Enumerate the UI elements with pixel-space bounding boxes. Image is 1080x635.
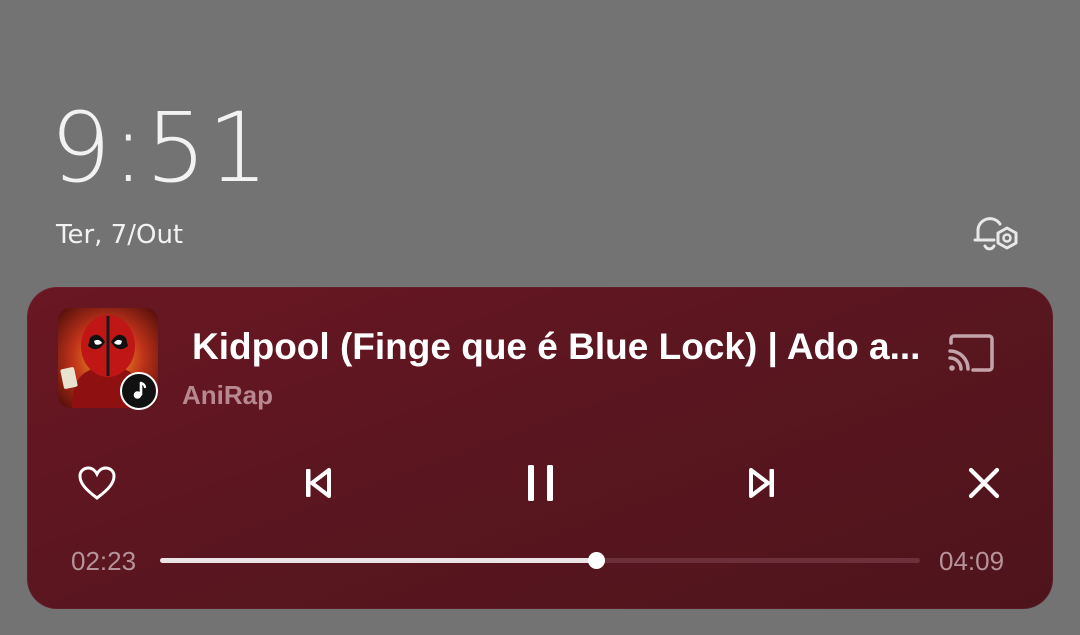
track-artist: AniRap [182, 380, 273, 410]
close-icon [968, 467, 1000, 499]
next-button[interactable] [734, 455, 790, 511]
skip-previous-icon [306, 468, 331, 498]
seek-bar-thumb[interactable] [588, 552, 606, 569]
like-button[interactable] [69, 455, 125, 511]
seek-bar[interactable] [160, 552, 920, 569]
pause-icon [528, 465, 553, 501]
total-duration: 04:09 [939, 546, 1005, 576]
lockscreen-clock: 9:51 [50, 92, 270, 204]
media-player-card[interactable]: Kidpool (Finge que é Blue Lock) | Ado a.… [27, 287, 1053, 609]
track-title: Kidpool (Finge que é Blue Lock) | Ado a.… [192, 326, 921, 367]
notification-settings-icon[interactable] [972, 210, 1022, 258]
seek-bar-progress [160, 558, 597, 563]
heart-outline-icon [78, 466, 116, 500]
pause-button[interactable] [512, 455, 568, 511]
lockscreen-date: Ter, 7/Out [56, 220, 184, 250]
skip-next-icon [749, 468, 774, 498]
music-app-badge-icon [120, 372, 158, 410]
elapsed-time: 02:23 [71, 546, 137, 576]
close-button[interactable] [956, 455, 1012, 511]
previous-button[interactable] [290, 455, 346, 511]
cast-icon[interactable] [945, 331, 997, 375]
